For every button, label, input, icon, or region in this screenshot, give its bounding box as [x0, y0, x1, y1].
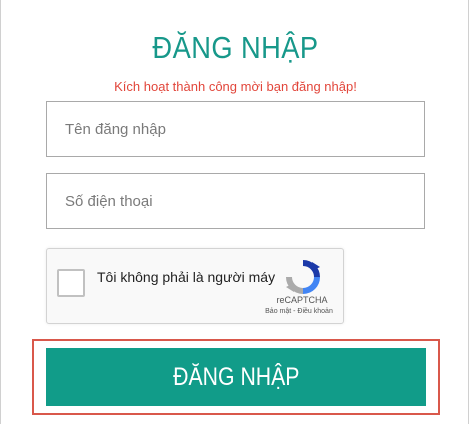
phone-input[interactable] — [46, 173, 425, 229]
recaptcha-label: Tôi không phải là người máy — [97, 269, 276, 285]
recaptcha-checkbox[interactable] — [57, 269, 85, 297]
recaptcha-logo-icon — [286, 260, 320, 294]
username-input[interactable] — [46, 101, 425, 157]
login-panel: ĐĂNG NHẬP Kích hoạt thành công mời bạn đ… — [0, 0, 469, 424]
recaptcha-links[interactable]: Bảo mật - Điều khoản — [253, 308, 345, 315]
page-title: ĐĂNG NHẬP — [152, 30, 319, 65]
recaptcha-widget: Tôi không phải là người máy reCAPTCHA Bả… — [46, 248, 344, 324]
login-button-label: ĐĂNG NHẬP — [172, 362, 300, 391]
recaptcha-brand: reCAPTCHA — [276, 295, 328, 305]
login-button[interactable]: ĐĂNG NHẬP — [46, 348, 426, 406]
activation-message: Kích hoạt thành công mời bạn đăng nhập! — [114, 79, 357, 94]
